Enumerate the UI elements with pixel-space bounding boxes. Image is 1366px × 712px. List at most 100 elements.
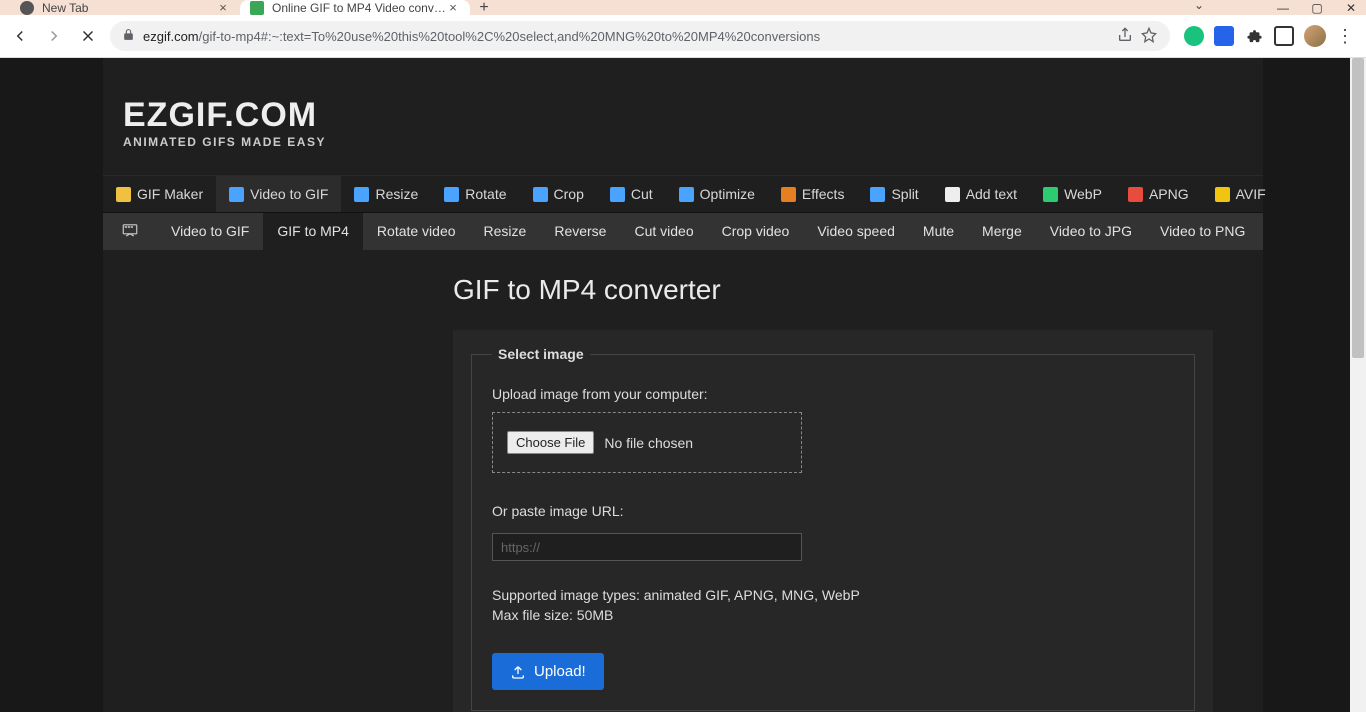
nav-label: Cut: [631, 186, 653, 202]
main-content: GIF to MP4 converter Select image Upload…: [103, 250, 1263, 712]
maximize-icon[interactable]: ▢: [1310, 1, 1324, 15]
back-button[interactable]: [8, 24, 32, 48]
nav-label: Effects: [802, 186, 845, 202]
bookmark-star-icon[interactable]: [1140, 27, 1158, 46]
tab-close-icon[interactable]: ×: [446, 0, 460, 15]
max-size-text: Max file size: 50MB: [492, 607, 1174, 623]
main-nav-item[interactable]: APNG: [1115, 176, 1202, 212]
tab-favicon: [20, 1, 34, 15]
nav-label: WebP: [1064, 186, 1102, 202]
upload-label: Upload image from your computer:: [492, 386, 1174, 402]
addr-actions: [1116, 27, 1158, 46]
main-nav-item[interactable]: Optimize: [666, 176, 768, 212]
browser-tab[interactable]: Online GIF to MP4 Video convert ×: [240, 0, 470, 15]
sub-nav: Video to GIFGIF to MP4Rotate videoResize…: [103, 213, 1263, 250]
main-nav-item[interactable]: Cut: [597, 176, 666, 212]
nav-label: Split: [891, 186, 918, 202]
sub-nav-item[interactable]: Video to JPG: [1036, 213, 1146, 250]
nav-label: AVIF: [1236, 186, 1266, 202]
main-nav-item[interactable]: Resize: [341, 176, 431, 212]
nav-label: Optimize: [700, 186, 755, 202]
browser-tab[interactable]: New Tab ×: [10, 0, 240, 15]
logo-tagline: ANIMATED GIFS MADE EASY: [123, 135, 1263, 149]
stop-reload-button[interactable]: [76, 24, 100, 48]
nav-label: Crop: [554, 186, 584, 202]
sub-nav-item[interactable]: Merge: [968, 213, 1036, 250]
main-nav-item[interactable]: GIF Maker: [103, 176, 216, 212]
tab-title: New Tab: [42, 1, 216, 15]
nav-label: GIF Maker: [137, 186, 203, 202]
window-controls: ― ▢ ✕: [1276, 0, 1358, 15]
main-nav-item[interactable]: Rotate: [431, 176, 519, 212]
main-nav-item[interactable]: Effects: [768, 176, 858, 212]
tab-overflow-icon[interactable]: ⌄: [1194, 0, 1204, 12]
sub-nav-tools-icon[interactable]: [103, 213, 157, 250]
sub-nav-item[interactable]: Video speed: [803, 213, 909, 250]
upload-button-label: Upload!: [534, 663, 586, 680]
sub-nav-item[interactable]: Mute: [909, 213, 968, 250]
nav-icon: [533, 187, 548, 202]
profile-avatar[interactable]: [1304, 25, 1326, 47]
share-icon[interactable]: [1116, 27, 1134, 46]
nav-icon: [1043, 187, 1058, 202]
main-nav-item[interactable]: Crop: [520, 176, 597, 212]
url-input[interactable]: [492, 533, 802, 561]
scrollbar-thumb[interactable]: [1352, 58, 1364, 358]
tab-title: Online GIF to MP4 Video convert: [272, 1, 446, 15]
main-nav-item[interactable]: AVIF: [1202, 176, 1279, 212]
sub-nav-item[interactable]: Crop video: [708, 213, 804, 250]
nav-icon: [781, 187, 796, 202]
extension-icon[interactable]: [1214, 26, 1234, 46]
page-viewport: EZGIF.COM ANIMATED GIFS MADE EASY GIF Ma…: [0, 58, 1366, 712]
sub-nav-item[interactable]: GIF to MP4: [263, 213, 363, 250]
minimize-icon[interactable]: ―: [1276, 1, 1290, 15]
main-nav: GIF Maker Video to GIF Resize Rotate Crop Cut…: [103, 175, 1263, 213]
nav-icon: [444, 187, 459, 202]
nav-icon: [610, 187, 625, 202]
file-status-text: No file chosen: [604, 435, 693, 451]
extensions-puzzle-icon[interactable]: [1244, 26, 1264, 46]
browser-toolbar: ezgif.com/gif-to-mp4#:~:text=To%20use%20…: [0, 15, 1366, 58]
close-window-icon[interactable]: ✕: [1344, 1, 1358, 15]
select-image-fieldset: Select image Upload image from your comp…: [471, 346, 1195, 711]
supported-types-text: Supported image types: animated GIF, APN…: [492, 587, 1174, 603]
page-content: EZGIF.COM ANIMATED GIFS MADE EASY GIF Ma…: [103, 58, 1263, 712]
upload-button[interactable]: Upload!: [492, 653, 604, 690]
nav-label: Add text: [966, 186, 1017, 202]
scrollbar-track[interactable]: [1350, 58, 1366, 712]
logo-main-text: EZGIF.COM: [123, 96, 1263, 135]
side-panel-icon[interactable]: [1274, 26, 1294, 46]
sub-nav-item[interactable]: Video to PNG: [1146, 213, 1259, 250]
upload-panel: Select image Upload image from your comp…: [453, 330, 1213, 712]
main-nav-item[interactable]: Video to GIF: [216, 176, 341, 212]
forward-button[interactable]: [42, 24, 66, 48]
file-dropzone[interactable]: Choose File No file chosen: [492, 412, 802, 473]
nav-icon: [354, 187, 369, 202]
sub-nav-item[interactable]: Cut video: [620, 213, 707, 250]
nav-label: Video to GIF: [250, 186, 328, 202]
sub-nav-item[interactable]: Reverse: [540, 213, 620, 250]
extension-icons: ⋮: [1180, 25, 1358, 47]
sub-nav-item[interactable]: Resize: [470, 213, 541, 250]
sub-nav-item[interactable]: Rotate video: [363, 213, 470, 250]
address-bar[interactable]: ezgif.com/gif-to-mp4#:~:text=To%20use%20…: [110, 21, 1170, 51]
main-nav-item[interactable]: Split: [857, 176, 931, 212]
nav-icon: [679, 187, 694, 202]
nav-icon: [116, 187, 131, 202]
url-text: ezgif.com/gif-to-mp4#:~:text=To%20use%20…: [143, 29, 820, 44]
chrome-menu-icon[interactable]: ⋮: [1336, 26, 1354, 47]
nav-icon: [1215, 187, 1230, 202]
sub-nav-item[interactable]: Video to GIF: [157, 213, 263, 250]
main-nav-item[interactable]: Add text: [932, 176, 1030, 212]
extension-icon[interactable]: [1184, 26, 1204, 46]
nav-label: Resize: [375, 186, 418, 202]
tab-close-icon[interactable]: ×: [216, 0, 230, 15]
site-logo[interactable]: EZGIF.COM ANIMATED GIFS MADE EASY: [103, 58, 1263, 175]
new-tab-button[interactable]: +: [470, 0, 498, 15]
url-label: Or paste image URL:: [492, 503, 1174, 519]
browser-tab-strip: New Tab × Online GIF to MP4 Video conver…: [0, 0, 1366, 15]
choose-file-button[interactable]: Choose File: [507, 431, 594, 454]
lock-icon: [122, 28, 135, 44]
main-nav-item[interactable]: WebP: [1030, 176, 1115, 212]
nav-icon: [229, 187, 244, 202]
